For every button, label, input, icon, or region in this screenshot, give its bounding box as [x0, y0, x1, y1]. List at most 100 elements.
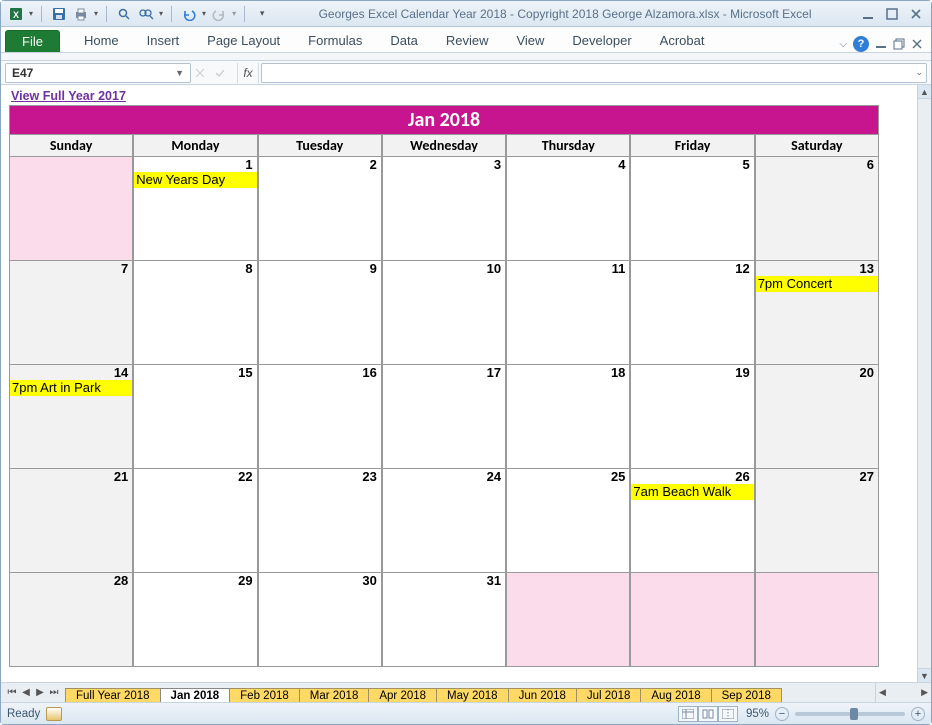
sheet-tab-sep-2018[interactable]: Sep 2018 [711, 688, 782, 702]
workbook-minimize-icon[interactable] [875, 38, 887, 50]
zoom-out-icon[interactable]: − [775, 707, 789, 721]
sheet-tab-jul-2018[interactable]: Jul 2018 [576, 688, 641, 702]
sheet-nav-first-icon[interactable]: ⏮ [5, 687, 19, 698]
formula-bar-expand-icon[interactable]: ⌄ [915, 67, 923, 78]
ribbon-min-caret-icon[interactable]: ⌵ [839, 39, 847, 50]
ribbon-tab-insert[interactable]: Insert [133, 29, 194, 52]
close-icon[interactable] [907, 5, 925, 23]
name-box-dropdown-icon[interactable]: ▼ [175, 68, 184, 78]
day-cell[interactable]: 137pm Concert [755, 261, 879, 365]
day-cell[interactable]: 4 [506, 157, 630, 261]
sheet-tab-feb-2018[interactable]: Feb 2018 [229, 688, 300, 702]
day-cell[interactable]: 20 [755, 365, 879, 469]
zoom-in-icon[interactable]: + [911, 707, 925, 721]
workbook-restore-icon[interactable] [893, 38, 905, 50]
cancel-formula-icon[interactable] [195, 68, 215, 78]
sheet-nav-next-icon[interactable]: ▶ [33, 687, 47, 698]
sheet-tab-mar-2018[interactable]: Mar 2018 [299, 688, 370, 702]
excel-icon[interactable]: X [7, 5, 25, 23]
ribbon-tab-formulas[interactable]: Formulas [294, 29, 376, 52]
day-cell[interactable]: 267am Beach Walk [630, 469, 754, 573]
normal-view-icon[interactable] [678, 706, 698, 722]
page-break-view-icon[interactable] [718, 706, 738, 722]
day-cell[interactable]: 7 [9, 261, 133, 365]
ribbon-tab-acrobat[interactable]: Acrobat [646, 29, 719, 52]
day-cell[interactable]: 30 [258, 573, 382, 667]
hscroll-left-icon[interactable]: ◀ [876, 687, 889, 698]
day-cell[interactable]: 12 [630, 261, 754, 365]
minimize-icon[interactable] [859, 5, 877, 23]
day-cell[interactable]: 11 [506, 261, 630, 365]
day-cell[interactable]: 6 [755, 157, 879, 261]
day-cell[interactable]: 147pm Art in Park [9, 365, 133, 469]
maximize-icon[interactable] [883, 5, 901, 23]
ribbon-tab-data[interactable]: Data [376, 29, 431, 52]
name-box[interactable]: E47 ▼ [5, 63, 191, 83]
find-icon[interactable] [115, 5, 133, 23]
scroll-down-icon[interactable]: ▼ [918, 668, 931, 682]
horizontal-scrollbar[interactable]: ◀ ▶ [875, 683, 931, 702]
sheet-tab-jun-2018[interactable]: Jun 2018 [508, 688, 577, 702]
undo-icon[interactable] [180, 5, 198, 23]
zoom-thumb[interactable] [850, 708, 858, 720]
calendar-event[interactable]: 7pm Art in Park [10, 380, 132, 396]
day-cell[interactable]: 18 [506, 365, 630, 469]
day-cell[interactable] [630, 573, 754, 667]
day-cell[interactable]: 24 [382, 469, 506, 573]
redo-icon[interactable] [210, 5, 228, 23]
ribbon-tab-home[interactable]: Home [70, 29, 133, 52]
zoom-slider[interactable] [795, 712, 905, 716]
ribbon-tab-page-layout[interactable]: Page Layout [193, 29, 294, 52]
sheet-tab-jan-2018[interactable]: Jan 2018 [160, 688, 231, 702]
calendar-event[interactable]: 7pm Concert [756, 276, 878, 292]
ribbon-tab-view[interactable]: View [502, 29, 558, 52]
day-cell[interactable]: 19 [630, 365, 754, 469]
day-cell[interactable] [506, 573, 630, 667]
day-cell[interactable] [755, 573, 879, 667]
day-cell[interactable]: 3 [382, 157, 506, 261]
scroll-up-icon[interactable]: ▲ [918, 85, 931, 99]
find-all-icon[interactable] [137, 5, 155, 23]
calendar-event[interactable]: 7am Beach Walk [631, 484, 753, 500]
zoom-level[interactable]: 95% [746, 708, 769, 720]
day-cell[interactable]: 17 [382, 365, 506, 469]
sheet-nav-last-icon[interactable]: ⏭ [47, 687, 61, 698]
sheet-tab-apr-2018[interactable]: Apr 2018 [368, 688, 437, 702]
hscroll-right-icon[interactable]: ▶ [918, 687, 931, 698]
day-cell[interactable]: 15 [133, 365, 257, 469]
page-layout-view-icon[interactable] [698, 706, 718, 722]
day-cell[interactable]: 1New Years Day [133, 157, 257, 261]
vertical-scrollbar[interactable]: ▲ ▼ [917, 85, 931, 682]
day-cell[interactable]: 29 [133, 573, 257, 667]
file-tab[interactable]: File [5, 30, 60, 52]
insert-function-button[interactable]: fx [237, 63, 259, 83]
formula-bar[interactable]: ⌄ [261, 63, 927, 83]
view-full-year-link[interactable]: View Full Year 2017 [1, 85, 917, 105]
ribbon-tab-review[interactable]: Review [432, 29, 503, 52]
day-cell[interactable]: 22 [133, 469, 257, 573]
day-cell[interactable] [9, 157, 133, 261]
enter-formula-icon[interactable] [215, 68, 235, 78]
day-cell[interactable]: 2 [258, 157, 382, 261]
quickprint-icon[interactable] [72, 5, 90, 23]
day-cell[interactable]: 21 [9, 469, 133, 573]
calendar-event[interactable]: New Years Day [134, 172, 256, 188]
ribbon-tab-developer[interactable]: Developer [558, 29, 645, 52]
save-icon[interactable] [50, 5, 68, 23]
day-cell[interactable]: 23 [258, 469, 382, 573]
macro-record-icon[interactable] [46, 707, 62, 721]
sheet-tab-may-2018[interactable]: May 2018 [436, 688, 509, 702]
day-cell[interactable]: 31 [382, 573, 506, 667]
help-icon[interactable]: ? [853, 36, 869, 52]
sheet-nav-prev-icon[interactable]: ◀ [19, 687, 33, 698]
day-cell[interactable]: 25 [506, 469, 630, 573]
day-cell[interactable]: 9 [258, 261, 382, 365]
workbook-close-icon[interactable] [911, 38, 923, 50]
day-cell[interactable]: 28 [9, 573, 133, 667]
sheet-tab-aug-2018[interactable]: Aug 2018 [640, 688, 711, 702]
qat-customize-icon[interactable]: ▾ [253, 5, 271, 23]
sheet-tab-full-year-2018[interactable]: Full Year 2018 [65, 688, 161, 702]
day-cell[interactable]: 5 [630, 157, 754, 261]
day-cell[interactable]: 8 [133, 261, 257, 365]
day-cell[interactable]: 16 [258, 365, 382, 469]
